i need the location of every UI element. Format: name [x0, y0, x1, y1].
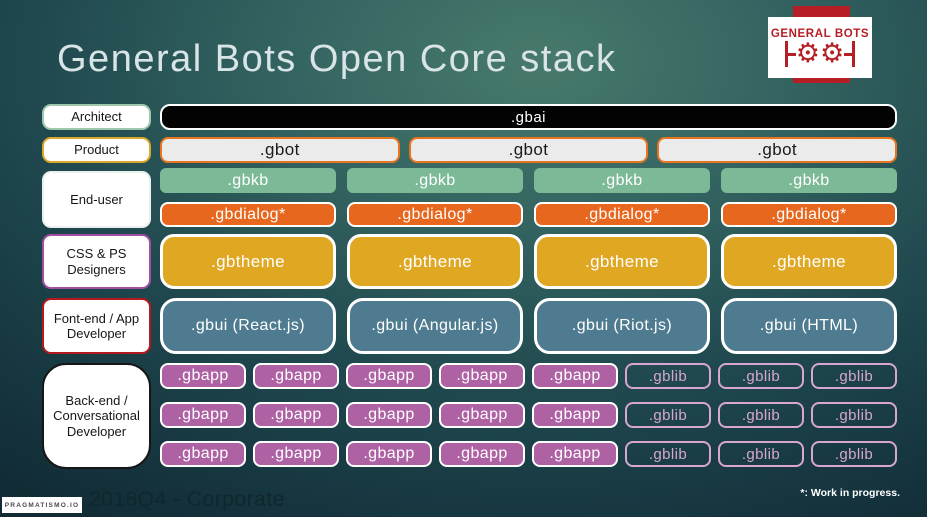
- backend-row-2: .gbapp .gbapp .gbapp .gbapp .gbapp .gblib .gbl…: [160, 402, 897, 428]
- row-label-backend-conversational-developer: Back-end / Conversational Developer: [42, 363, 151, 469]
- backend-row-1: .gbapp .gbapp .gbapp .gbapp .gbapp .gblib .gbl…: [160, 363, 897, 389]
- gblib-box: .gblib: [811, 363, 897, 389]
- gbapp-box: .gbapp: [160, 441, 246, 467]
- gbapp-box: .gbapp: [532, 363, 618, 389]
- gblib-box: .gblib: [718, 363, 804, 389]
- gblib-box: .gblib: [811, 441, 897, 467]
- slide-canvas: General Bots Open Core stack GENERAL BOT…: [0, 0, 927, 517]
- gbtheme-box: .gbtheme: [160, 234, 336, 289]
- gbkb-box: .gbkb: [160, 168, 336, 193]
- gbot-row: .gbot .gbot .gbot: [160, 137, 897, 163]
- gblib-box: .gblib: [718, 402, 804, 428]
- gears-icon: ⚙ ⚙: [784, 38, 856, 69]
- gbui-box: .gbui (HTML): [721, 298, 897, 354]
- gblib-box: .gblib: [811, 402, 897, 428]
- gbot-box: .gbot: [408, 137, 649, 163]
- footer-caption: 2018Q4 - Corporate: [89, 488, 285, 511]
- gbot-box: .gbot: [657, 137, 897, 163]
- backend-row-3: .gbapp .gbapp .gbapp .gbapp .gbapp .gblib .gbl…: [160, 441, 897, 467]
- gbdialog-row: .gbdialog* .gbdialog* .gbdialog* .gbdialog*: [160, 202, 897, 227]
- gblib-box: .gblib: [625, 402, 711, 428]
- gbapp-box: .gbapp: [439, 402, 525, 428]
- gbapp-box: .gbapp: [532, 402, 618, 428]
- gbapp-box: .gbapp: [439, 441, 525, 467]
- gbdialog-box: .gbdialog*: [721, 202, 897, 227]
- gblib-box: .gblib: [718, 441, 804, 467]
- gbapp-box: .gbapp: [346, 363, 432, 389]
- gbapp-box: .gbapp: [160, 363, 246, 389]
- gbkb-box: .gbkb: [534, 168, 710, 193]
- gbui-box: .gbui (React.js): [160, 298, 336, 354]
- gbui-box: .gbui (Riot.js): [534, 298, 710, 354]
- gbapp-box: .gbapp: [253, 402, 339, 428]
- gbkb-box: .gbkb: [347, 168, 523, 193]
- row-label-frontend-app-developer: Font-end / App Developer: [42, 298, 151, 354]
- gbapp-box: .gbapp: [532, 441, 618, 467]
- gbot-box: .gbot: [160, 137, 400, 163]
- gbdialog-box: .gbdialog*: [534, 202, 710, 227]
- gear-icon: ⚙: [820, 38, 845, 69]
- gear-bar-right: [852, 41, 856, 67]
- row-label-architect: Architect: [42, 104, 151, 130]
- gbkb-box: .gbkb: [721, 168, 897, 193]
- gbapp-box: .gbapp: [160, 402, 246, 428]
- gbapp-box: .gbapp: [253, 363, 339, 389]
- gbapp-box: .gbapp: [346, 402, 432, 428]
- gbapp-box: .gbapp: [439, 363, 525, 389]
- row-label-css-ps-designers: CSS & PS Designers: [42, 234, 151, 289]
- gbtheme-box: .gbtheme: [347, 234, 523, 289]
- gbtheme-box: .gbtheme: [534, 234, 710, 289]
- gbui-row: .gbui (React.js) .gbui (Angular.js) .gbui …: [160, 298, 897, 354]
- gbapp-box: .gbapp: [253, 441, 339, 467]
- general-bots-logo: GENERAL BOTS ⚙ ⚙: [768, 17, 872, 78]
- gbtheme-row: .gbtheme .gbtheme .gbtheme .gbtheme: [160, 234, 897, 289]
- gbdialog-box: .gbdialog*: [347, 202, 523, 227]
- gblib-box: .gblib: [625, 441, 711, 467]
- gbdialog-box: .gbdialog*: [160, 202, 336, 227]
- gbtheme-box: .gbtheme: [721, 234, 897, 289]
- gear-icon: ⚙: [795, 38, 820, 69]
- gblib-box: .gblib: [625, 363, 711, 389]
- gbkb-row: .gbkb .gbkb .gbkb .gbkb: [160, 168, 897, 193]
- pragmatismo-logo: PRAGMATISMO.IO: [2, 497, 82, 513]
- page-title: General Bots Open Core stack: [57, 38, 617, 80]
- gbai-bar: .gbai: [160, 104, 897, 130]
- gbapp-box: .gbapp: [346, 441, 432, 467]
- gbui-box: .gbui (Angular.js): [347, 298, 523, 354]
- work-in-progress-footnote: *: Work in progress.: [800, 487, 900, 499]
- row-label-product: Product: [42, 137, 151, 163]
- row-label-end-user: End-user: [42, 171, 151, 228]
